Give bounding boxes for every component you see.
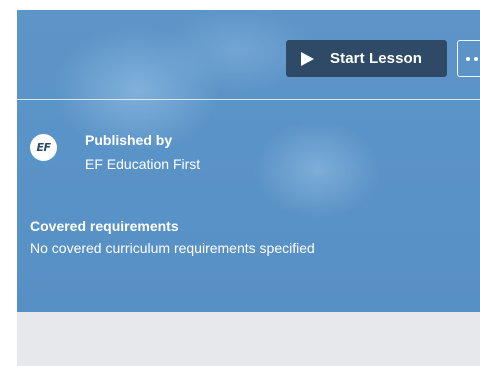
lesson-page: Start Lesson EF Published by EF Educatio… [0, 0, 480, 366]
published-by-label: Published by [85, 132, 173, 148]
content-area [17, 312, 480, 366]
ef-logo-icon: EF [30, 134, 57, 161]
covered-requirements-text: No covered curriculum requirements speci… [30, 240, 315, 256]
start-lesson-label: Start Lesson [330, 50, 423, 67]
covered-requirements-heading: Covered requirements [30, 218, 179, 234]
start-lesson-button[interactable]: Start Lesson [286, 40, 447, 77]
hero-divider [17, 99, 480, 100]
ef-logo-text: EF [36, 141, 51, 154]
more-options-icon [466, 56, 470, 61]
more-options-button[interactable] [457, 40, 480, 77]
play-icon [301, 51, 314, 66]
publisher-name: EF Education First [85, 156, 201, 172]
top-strip [17, 0, 480, 10]
more-options-icon-dot [474, 56, 478, 61]
